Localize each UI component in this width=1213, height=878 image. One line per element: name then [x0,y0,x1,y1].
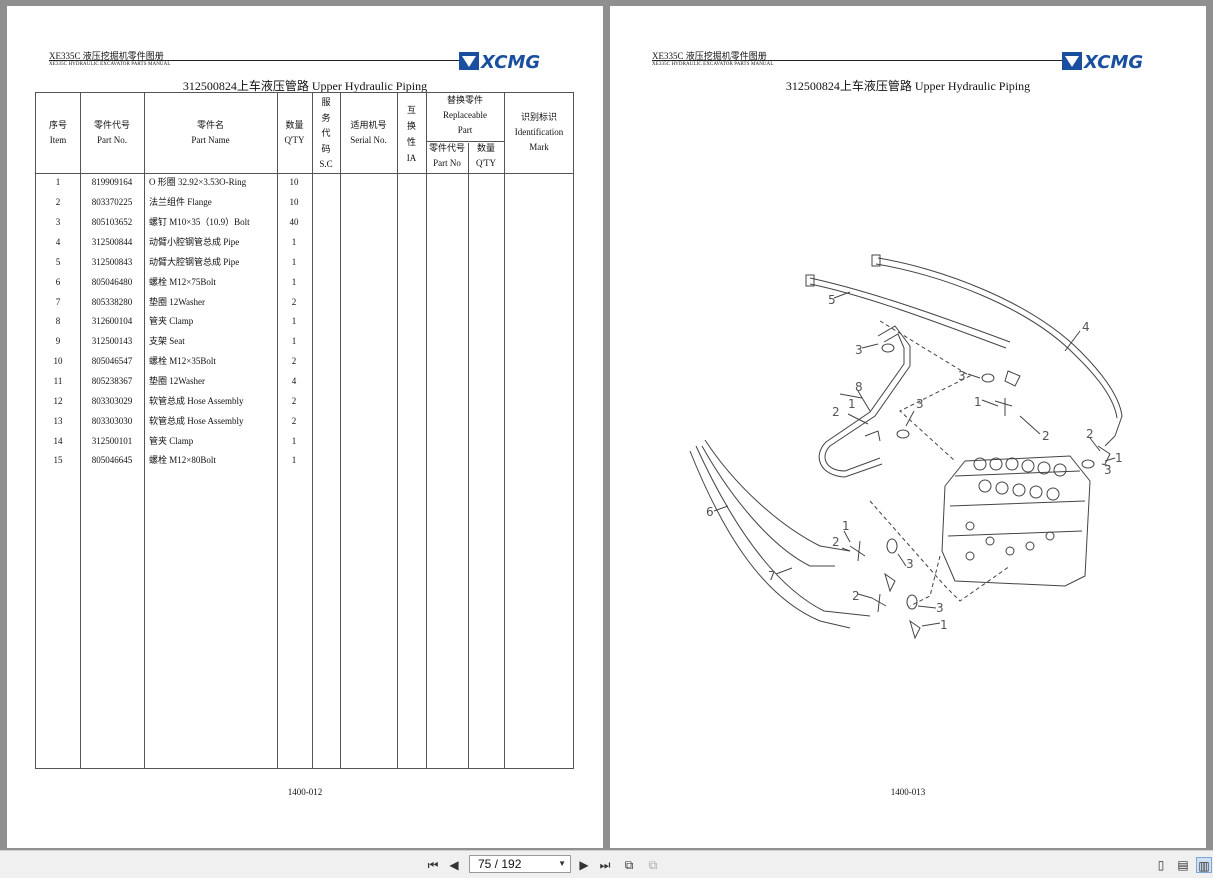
pipe-4-line [877,257,1123,417]
callout-4: 4 [1082,320,1090,334]
table-row: 5 312500843 动臂大腔钢管总成 Pipe 1 [55,257,297,267]
col-item-header: 序号 Item [48,120,67,145]
table-row: 2 803370225 法兰组件 Flange 10 [55,197,299,207]
next-page-icon[interactable]: ▶ [576,857,592,873]
callout-3: 3 [855,343,863,357]
callout-6: 6 [706,505,714,519]
page-number-input[interactable]: 75 / 192 ▼ [469,855,571,873]
page-number: 1400-012 [287,787,323,797]
header-rule [49,60,459,61]
logo-text: XCMG [480,52,540,72]
col-replaceable-header: 替换零件 Replaceable Part [443,95,487,135]
col-part-name-header: 零件名 Part Name [191,120,230,145]
col-part-no-header: 零件代号 Part No. [93,120,130,145]
table-row: 7 805338280 垫圈 12Washer 2 [55,297,297,307]
table-row: 3 805103652 螺钉 M10×35（10.9）Bolt 40 [55,217,299,227]
callout-2: 2 [852,589,860,603]
callout-2: 2 [1086,427,1094,441]
callout-8: 8 [855,380,863,394]
col-ia-header: 互换 性 IA [406,105,417,163]
single-page-view-icon[interactable]: ▯ [1153,857,1169,873]
two-page-view-icon[interactable]: ▥ [1196,857,1212,873]
callout-5: 5 [828,293,836,307]
page-indicator: 75 / 192 [478,857,522,871]
parts-table: 序号 Item 零件代号 Part No. 零件名 Part Name 数量 Q'TY … [35,92,574,769]
callout-1: 1 [842,519,850,533]
callout-1: 1 [1115,451,1123,465]
fit-page-icon[interactable]: ⧉ [621,857,637,873]
table-row: 15 805046645 螺栓 M12×80Bolt 1 [53,455,297,465]
callout-2: 2 [832,535,840,549]
table-row: 4 312500844 动臂小腔钢管总成 Pipe 1 [55,237,297,247]
page-number: 1400-013 [890,787,926,797]
hydraulic-piping-diagram: 5 4 3 3 1 2 8 2 1 3 2 1 3 6 7 1 2 3 2 3 … [689,254,1123,640]
callout-3: 3 [958,369,966,383]
table-row: 1 819909164 O 形圈 32.92×3.53O-Ring 10 [55,177,299,187]
hose-7-line [689,450,851,629]
col-serial-header: 适用机号 Serial No. [350,120,387,145]
callout-1: 1 [940,618,948,632]
table-row: 11 805238367 垫圈 12Washer 4 [53,376,297,386]
table-row: 12 803303029 软管总成 Hose Assembly 2 [53,396,297,406]
callout-2: 2 [1042,429,1050,443]
control-valve-block [941,455,1091,587]
callout-3: 3 [906,557,914,571]
col-repl-part-no-header: 零件代号 Part No [428,143,465,168]
fit-width-icon[interactable]: ⧉ [645,857,661,873]
viewer-toolbar: ⏮ ◀ 75 / 192 ▼ ▶ ⏭ ⧉ ⧉ ▯ ▤ ▥ [0,850,1213,878]
right-page: XE335C 液压挖掘机零件图册 XE335C HYDRAULIC EXCAVA… [610,6,1206,848]
callout-3: 3 [936,601,944,615]
xcmg-logo: XCMG [459,52,540,72]
table-row: 13 803303030 软管总成 Hose Assembly 2 [53,416,297,426]
callout-3: 3 [916,397,924,411]
table-row: 9 312500143 支架 Seat 1 [55,336,297,346]
first-page-icon[interactable]: ⏮ [425,857,441,873]
callout-1: 1 [848,397,856,411]
col-mark-header: 识别标识 Identification Mark [514,112,564,152]
table-row: 10 805046547 螺栓 M12×35Bolt 2 [53,356,297,366]
pipe-8-line [824,325,911,472]
callout-7: 7 [768,569,776,583]
manual-header-en: XE335C HYDRAULIC EXCAVATOR PARTS MANUAL [49,62,171,67]
callout-3: 3 [1104,463,1112,477]
callout-1: 1 [974,395,982,409]
last-page-icon[interactable]: ⏭ [597,857,613,873]
table-row: 14 312500101 管夹 Clamp 1 [53,436,297,446]
previous-page-icon[interactable]: ◀ [446,857,462,873]
continuous-view-icon[interactable]: ▤ [1175,857,1191,873]
chevron-down-icon[interactable]: ▼ [558,856,566,872]
col-sc-header: 服务 代码 S.C [319,97,333,169]
col-qty-header: 数量 Q'TY [284,120,305,145]
table-row: 8 312600104 管夹 Clamp 1 [55,316,297,326]
col-repl-qty-header: 数量 Q'TY [475,143,497,168]
callout-2: 2 [832,405,840,419]
table-row: 6 805046480 螺栓 M12×75Bolt 1 [55,277,297,287]
left-page: XE335C 液压挖掘机零件图册 XE335C HYDRAULIC EXCAVA… [7,6,603,848]
